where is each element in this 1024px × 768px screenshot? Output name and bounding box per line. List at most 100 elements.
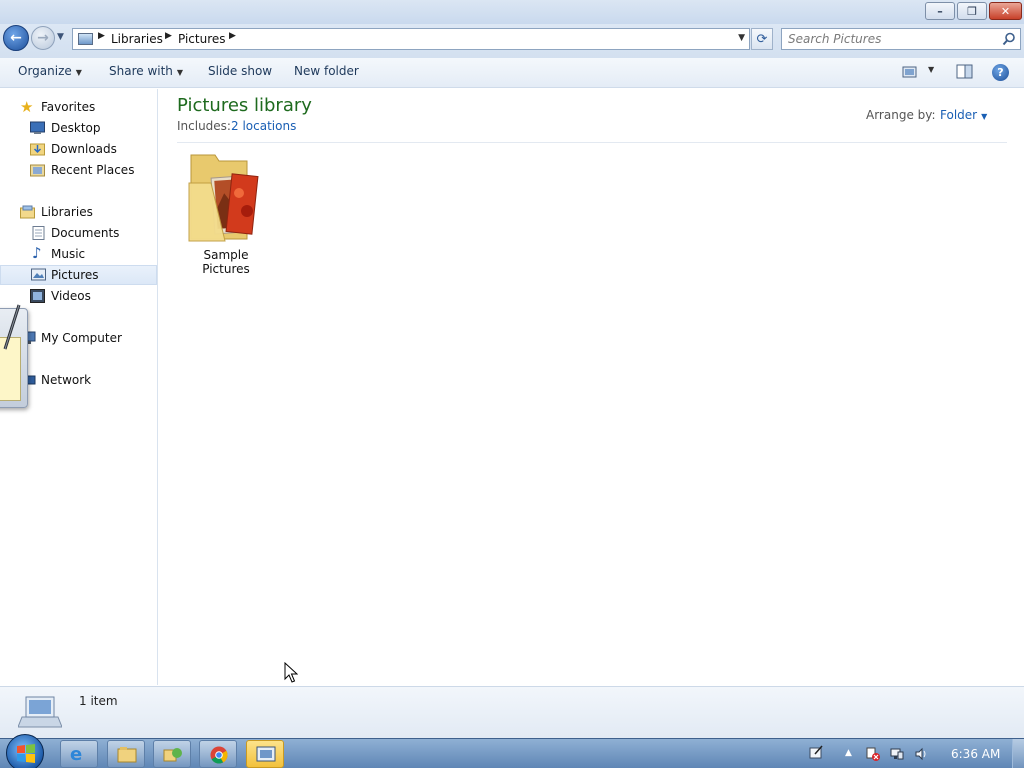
back-button[interactable]: ← bbox=[3, 25, 29, 51]
address-row: ← → ▼ ▶ Libraries ▶ Pictures ▶ ▼ ⟳ bbox=[0, 24, 1024, 58]
slide-show-button[interactable]: Slide show bbox=[206, 64, 274, 78]
network-tray-icon[interactable] bbox=[890, 747, 904, 761]
share-with-label: Share with bbox=[109, 64, 173, 78]
show-desktop-button[interactable] bbox=[1012, 739, 1024, 768]
nav-downloads-label: Downloads bbox=[51, 142, 117, 156]
help-icon[interactable]: ? bbox=[992, 64, 1009, 81]
nav-pictures-label: Pictures bbox=[51, 268, 99, 282]
nav-favorites[interactable]: ★ Favorites bbox=[0, 97, 157, 117]
search-icon[interactable] bbox=[1002, 32, 1016, 46]
library-location-icon bbox=[78, 33, 93, 45]
breadcrumb-separator-icon[interactable]: ▶ bbox=[229, 31, 236, 41]
nav-desktop[interactable]: Desktop bbox=[0, 118, 157, 138]
chevron-down-icon: ▼ bbox=[981, 112, 988, 121]
chevron-down-icon: ▼ bbox=[176, 68, 184, 77]
pictures-explorer-icon bbox=[256, 746, 276, 762]
pen-icon bbox=[3, 304, 21, 350]
refresh-icon: ⟳ bbox=[756, 31, 768, 47]
documents-icon bbox=[32, 226, 45, 240]
nav-favorites-label: Favorites bbox=[41, 100, 96, 114]
taskbar-internet-explorer[interactable]: e bbox=[60, 740, 98, 768]
chrome-icon bbox=[210, 746, 228, 764]
command-bar: Organize ▼ Share with ▼ Slide show New fol… bbox=[0, 58, 1024, 88]
locations-link[interactable]: 2 locations bbox=[231, 119, 296, 133]
star-icon: ★ bbox=[20, 98, 34, 116]
arrange-by-value: Folder bbox=[940, 108, 978, 122]
chevron-down-icon: ▼ bbox=[75, 68, 82, 77]
volume-icon[interactable] bbox=[914, 747, 928, 761]
close-icon: ✕ bbox=[1000, 4, 1011, 18]
breadcrumb-separator-icon[interactable]: ▶ bbox=[165, 31, 172, 41]
recent-pages-dropdown[interactable]: ▼ bbox=[57, 32, 64, 42]
taskbar-pictures-explorer[interactable] bbox=[246, 740, 284, 768]
details-pane: 1 item bbox=[0, 686, 1024, 738]
nav-downloads[interactable]: Downloads bbox=[0, 139, 157, 159]
downloads-folder-icon bbox=[30, 143, 45, 156]
folder-item[interactable]: Sample Pictures bbox=[181, 149, 271, 276]
preview-pane-icon[interactable] bbox=[956, 63, 974, 81]
search-box[interactable] bbox=[781, 28, 1021, 50]
change-view-icon[interactable] bbox=[902, 63, 918, 81]
folder-item-label: Sample Pictures bbox=[202, 248, 250, 276]
nav-videos-label: Videos bbox=[51, 289, 91, 303]
file-transfer-icon bbox=[163, 748, 182, 762]
nav-pictures[interactable]: Pictures bbox=[0, 265, 157, 285]
library-pictures-icon bbox=[18, 696, 62, 728]
forward-arrow-icon: → bbox=[37, 30, 49, 46]
forward-button[interactable]: → bbox=[31, 26, 55, 50]
nav-desktop-label: Desktop bbox=[51, 121, 101, 135]
taskbar-windows-explorer[interactable] bbox=[107, 740, 145, 768]
windows-logo-icon bbox=[17, 744, 35, 763]
taskbar: e ▲ 6:36 AM bbox=[0, 734, 1024, 768]
nav-libraries-label: Libraries bbox=[41, 205, 93, 219]
breadcrumb-separator-icon[interactable]: ▶ bbox=[98, 31, 105, 41]
action-center-pen-icon[interactable] bbox=[809, 745, 823, 759]
taskbar-file-transfer[interactable] bbox=[153, 740, 191, 768]
nav-videos[interactable]: Videos bbox=[0, 286, 157, 306]
title-bar: – ❐ ✕ bbox=[0, 0, 1024, 24]
nav-music[interactable]: ♪ Music bbox=[0, 244, 157, 264]
content-divider bbox=[177, 142, 1007, 143]
share-with-button[interactable]: Share with ▼ bbox=[107, 64, 185, 78]
nav-my-computer-label: My Computer bbox=[41, 331, 122, 345]
music-note-icon: ♪ bbox=[32, 244, 42, 262]
organize-label: Organize bbox=[18, 64, 72, 78]
clock[interactable]: 6:36 AM bbox=[951, 747, 1000, 761]
taskbar-chrome[interactable] bbox=[199, 740, 237, 768]
nav-recent-places[interactable]: Recent Places bbox=[0, 160, 157, 180]
desktop-icon bbox=[30, 121, 45, 134]
nav-network-label: Network bbox=[41, 373, 92, 387]
breadcrumb-pictures[interactable]: Pictures bbox=[178, 32, 226, 46]
nav-music-label: Music bbox=[51, 247, 86, 261]
close-button[interactable]: ✕ bbox=[989, 2, 1022, 20]
arrange-by-dropdown[interactable]: Folder ▼ bbox=[940, 108, 987, 122]
includes-label: Includes: bbox=[177, 119, 231, 133]
item-count: 1 item bbox=[79, 694, 118, 708]
restore-icon: ❐ bbox=[967, 4, 977, 18]
content-pane: Pictures library Includes: 2 locations A… bbox=[159, 89, 1024, 685]
recent-places-icon bbox=[30, 164, 45, 177]
organize-button[interactable]: Organize ▼ bbox=[16, 64, 84, 78]
address-history-dropdown[interactable]: ▼ bbox=[738, 33, 745, 43]
minimize-icon: – bbox=[937, 4, 943, 18]
refresh-button[interactable]: ⟳ bbox=[751, 28, 773, 50]
security-alert-icon[interactable] bbox=[866, 747, 880, 761]
show-hidden-icons-icon[interactable]: ▲ bbox=[845, 748, 852, 758]
search-input[interactable] bbox=[788, 31, 998, 47]
nav-documents[interactable]: Documents bbox=[0, 223, 157, 243]
nav-libraries[interactable]: Libraries bbox=[0, 202, 157, 222]
view-options-dropdown[interactable]: ▼ bbox=[926, 65, 936, 74]
arrange-by-label: Arrange by: bbox=[866, 108, 936, 122]
sticky-notes-window[interactable] bbox=[0, 304, 28, 408]
restore-button[interactable]: ❐ bbox=[957, 2, 987, 20]
address-bar[interactable]: ▶ Libraries ▶ Pictures ▶ ▼ bbox=[72, 28, 750, 50]
back-arrow-icon: ← bbox=[10, 30, 22, 46]
library-title: Pictures library bbox=[177, 95, 312, 116]
new-folder-button[interactable]: New folder bbox=[292, 64, 361, 78]
start-button[interactable] bbox=[6, 734, 44, 768]
nav-documents-label: Documents bbox=[51, 226, 120, 240]
minimize-button[interactable]: – bbox=[925, 2, 955, 20]
libraries-icon bbox=[20, 205, 35, 219]
videos-icon bbox=[30, 289, 45, 303]
breadcrumb-libraries[interactable]: Libraries bbox=[111, 32, 163, 46]
